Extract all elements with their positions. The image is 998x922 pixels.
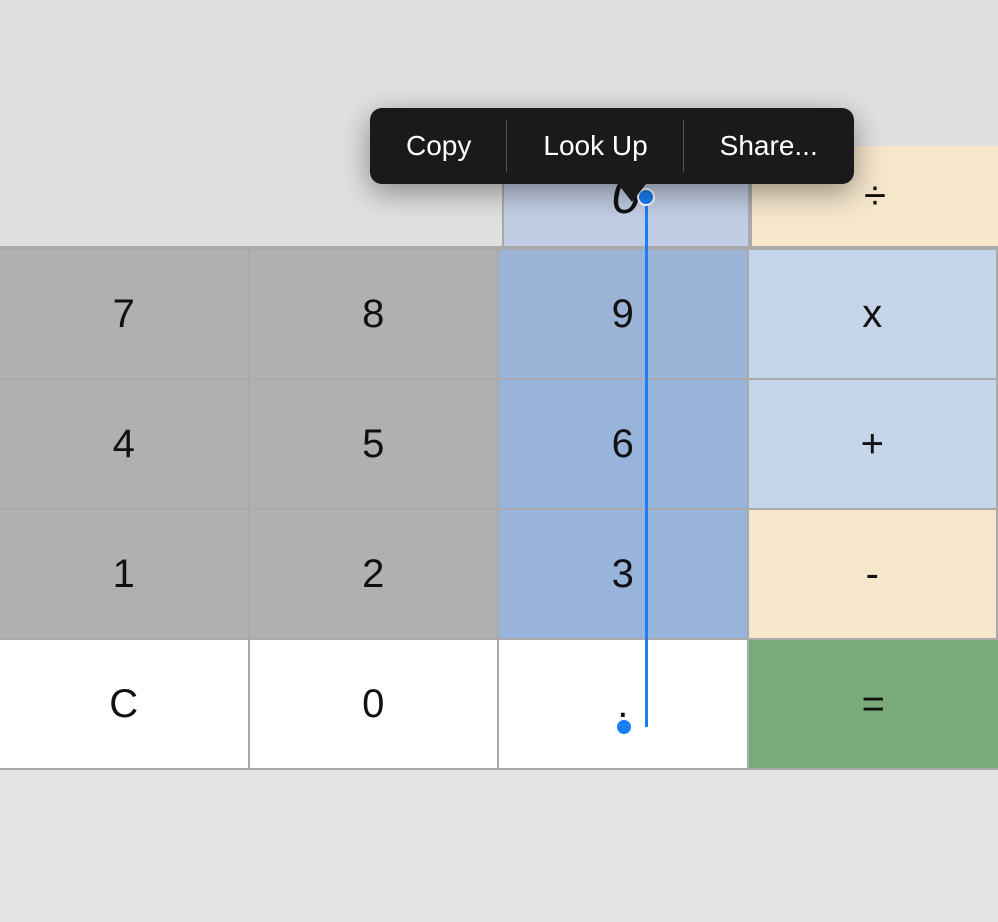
key-5[interactable]: 5 — [250, 380, 500, 510]
share-menu-item[interactable]: Share... — [684, 108, 854, 184]
key-decimal[interactable]: . — [499, 640, 749, 770]
key-multiply[interactable]: x — [749, 250, 998, 380]
key-subtract[interactable]: - — [749, 510, 998, 640]
key-0[interactable]: 0 — [250, 640, 500, 770]
selection-handle-bottom[interactable] — [615, 718, 633, 736]
context-menu-arrow — [618, 184, 646, 202]
key-add[interactable]: + — [749, 380, 998, 510]
key-3[interactable]: 3 — [499, 510, 749, 640]
look-up-menu-item[interactable]: Look Up — [507, 108, 683, 184]
selection-line — [645, 197, 648, 727]
context-menu: Copy Look Up Share... — [370, 108, 854, 184]
key-equals[interactable]: = — [749, 640, 998, 770]
copy-menu-item[interactable]: Copy — [370, 108, 507, 184]
key-clear[interactable]: C — [0, 640, 250, 770]
key-4[interactable]: 4 — [0, 380, 250, 510]
key-6[interactable]: 6 — [499, 380, 749, 510]
key-1[interactable]: 1 — [0, 510, 250, 640]
key-7[interactable]: 7 — [0, 250, 250, 380]
key-2[interactable]: 2 — [250, 510, 500, 640]
key-8[interactable]: 8 — [250, 250, 500, 380]
key-9[interactable]: 9 — [499, 250, 749, 380]
calculator-grid: 7 8 9 x 4 5 6 + 1 2 3 - C 0 . = — [0, 248, 998, 770]
